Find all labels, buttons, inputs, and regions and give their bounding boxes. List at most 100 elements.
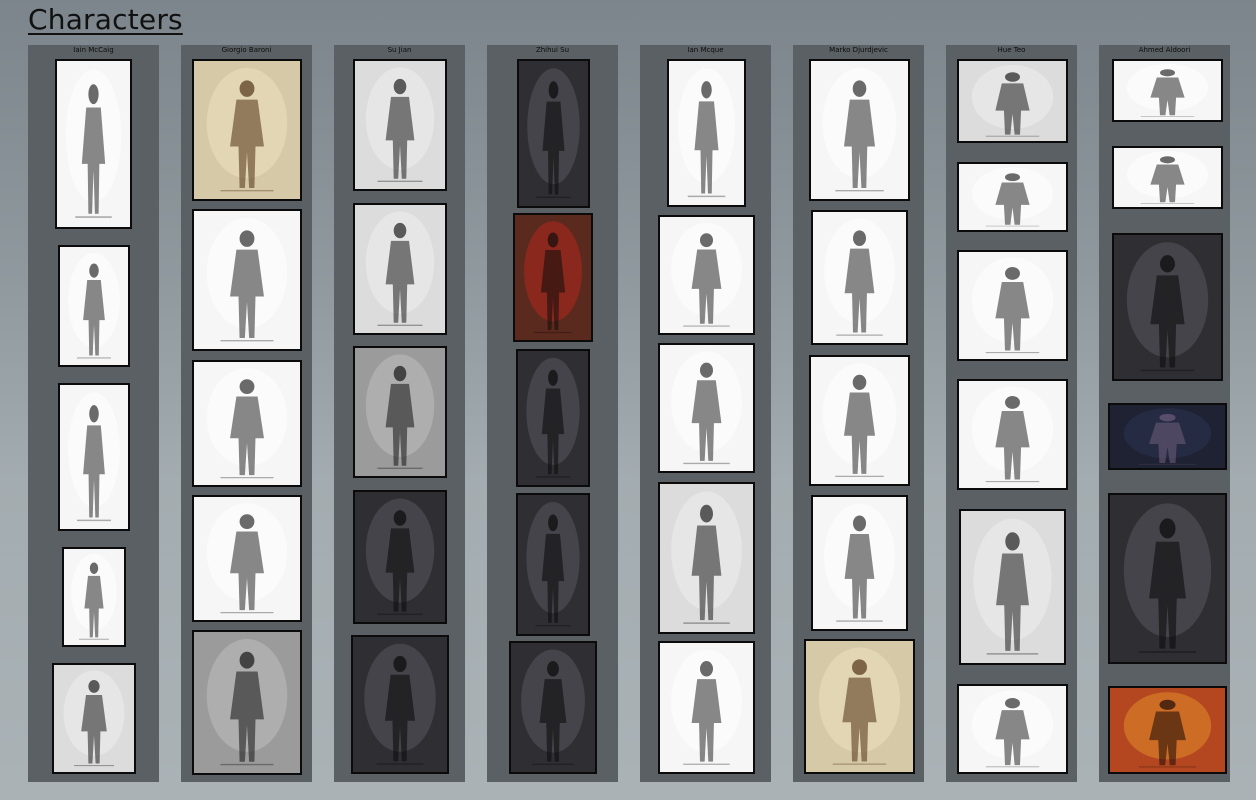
character-art-thumbnail[interactable] [192,59,302,201]
character-art-thumbnail[interactable] [353,346,447,478]
character-art-thumbnail[interactable] [667,59,746,207]
artwork-placeholder [206,217,288,342]
artwork-placeholder [65,69,122,218]
artist-name: Zhihui Su [535,46,570,54]
artwork-placeholder [526,357,580,478]
character-art-thumbnail[interactable] [192,630,302,775]
character-art-thumbnail[interactable] [516,349,590,487]
artist-column: Su Jian [334,45,465,782]
artwork-placeholder [206,368,288,479]
character-art-thumbnail[interactable] [811,210,908,345]
character-art-thumbnail[interactable] [513,213,593,342]
character-art-thumbnail[interactable] [353,59,447,191]
artwork-placeholder [364,643,436,765]
character-art-thumbnail[interactable] [517,59,590,208]
artwork-placeholder [971,167,1054,227]
artwork-placeholder [822,363,897,478]
artist-name: Ahmed Aldoori [1138,46,1191,54]
character-art-thumbnail[interactable] [62,547,126,647]
character-art-thumbnail[interactable] [658,343,755,473]
artwork-placeholder [671,649,742,765]
character-art-thumbnail[interactable] [658,482,755,634]
character-art-thumbnail[interactable] [959,509,1066,665]
character-art-thumbnail[interactable] [1108,493,1227,664]
artist-name: Marko Djurdjevic [829,46,888,54]
artist-name: Ian Mcque [687,46,724,54]
artwork-placeholder [1126,63,1209,117]
character-art-thumbnail[interactable] [353,490,447,624]
artwork-placeholder [526,501,580,627]
artwork-placeholder [63,670,125,767]
character-art-thumbnail[interactable] [52,663,136,774]
character-art-thumbnail[interactable] [957,684,1068,774]
artwork-placeholder [822,67,897,192]
character-art-thumbnail[interactable] [658,641,755,774]
artist-column: Ahmed Aldoori [1099,45,1230,782]
artwork-placeholder [365,67,435,182]
artwork-placeholder [206,503,288,614]
artwork-placeholder [365,498,435,615]
character-art-thumbnail[interactable] [1108,686,1227,774]
character-art-thumbnail[interactable] [58,383,130,531]
character-art-thumbnail[interactable] [58,245,130,367]
character-art-thumbnail[interactable] [1112,233,1223,381]
artwork-placeholder [1126,242,1209,372]
character-art-thumbnail[interactable] [509,641,597,774]
character-art-thumbnail[interactable] [353,203,447,335]
artwork-placeholder [68,252,120,359]
artist-column: Iain McCaig [28,45,159,782]
artwork-placeholder [1123,408,1212,465]
artwork-placeholder [824,218,895,336]
character-art-thumbnail[interactable] [55,59,132,229]
artwork-placeholder [671,351,742,465]
artist-name: Giorgio Baroni [221,46,272,54]
artwork-placeholder [818,647,901,765]
artwork-placeholder [678,68,735,198]
character-art-thumbnail[interactable] [192,360,302,487]
artwork-placeholder [521,649,585,765]
artwork-placeholder [971,690,1054,768]
artwork-placeholder [1126,150,1209,204]
character-art-thumbnail[interactable] [957,379,1068,490]
character-art-thumbnail[interactable] [957,250,1068,361]
character-art-thumbnail[interactable] [957,162,1068,232]
artist-column: Zhihui Su [487,45,618,782]
character-art-thumbnail[interactable] [192,495,302,622]
artist-column: Hue Teo [946,45,1077,782]
artwork-placeholder [365,211,435,326]
artwork-placeholder [527,68,580,199]
artwork-placeholder [971,257,1054,354]
character-art-thumbnail[interactable] [1112,59,1223,122]
artist-name: Su Jian [387,46,412,54]
artwork-placeholder [524,221,582,334]
artist-column: Ian Mcque [640,45,771,782]
artwork-placeholder [971,65,1054,137]
character-art-thumbnail[interactable] [516,493,590,636]
artwork-placeholder [824,503,895,622]
artwork-placeholder [71,553,117,640]
character-art-thumbnail[interactable] [811,495,908,631]
character-art-thumbnail[interactable] [804,639,915,774]
character-art-thumbnail[interactable] [351,635,449,774]
artist-columns: Iain McCaig Giorgio Baroni Su Jian Zhihu… [0,0,1256,800]
character-art-thumbnail[interactable] [809,59,910,201]
artwork-placeholder [68,392,120,522]
artwork-placeholder [206,67,288,192]
artwork-placeholder [365,354,435,469]
artwork-placeholder [971,386,1054,483]
character-art-thumbnail[interactable] [192,209,302,351]
artist-column: Marko Djurdjevic [793,45,924,782]
character-art-thumbnail[interactable] [1108,403,1227,470]
artwork-placeholder [206,639,288,766]
character-art-thumbnail[interactable] [658,215,755,335]
character-art-thumbnail[interactable] [1112,146,1223,209]
character-art-thumbnail[interactable] [957,59,1068,143]
artwork-placeholder [1123,503,1212,653]
artwork-placeholder [973,518,1052,655]
artist-column: Giorgio Baroni [181,45,312,782]
artist-name: Hue Teo [997,46,1026,54]
character-art-thumbnail[interactable] [809,355,910,486]
artwork-placeholder [1123,692,1212,768]
artwork-placeholder [671,222,742,327]
artist-name: Iain McCaig [73,46,114,54]
